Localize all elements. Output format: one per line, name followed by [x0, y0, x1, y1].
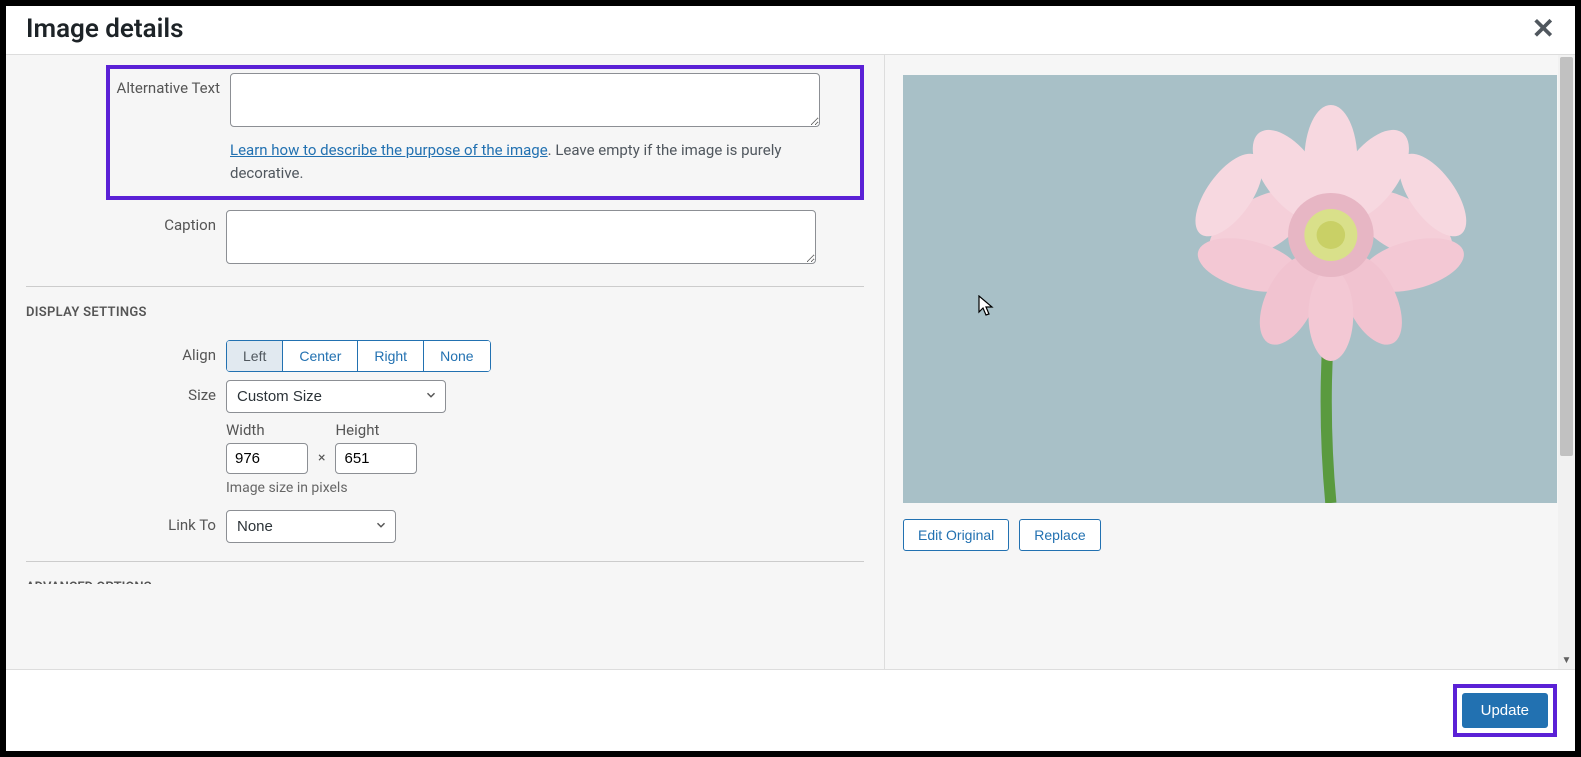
align-button-group: Left Center Right None — [226, 340, 491, 372]
align-left-button[interactable]: Left — [226, 340, 283, 372]
align-row: Align Left Center Right None — [26, 340, 864, 372]
cursor-icon — [978, 295, 996, 321]
size-row: Size Custom Size — [26, 380, 864, 413]
update-highlight: Update — [1453, 684, 1557, 737]
dimension-hint: Image size in pixels — [226, 480, 816, 496]
alt-text-help: Learn how to describe the purpose of the… — [230, 139, 820, 184]
alt-text-label: Alternative Text — [114, 73, 230, 97]
align-center-button[interactable]: Center — [282, 340, 358, 372]
edit-original-button[interactable]: Edit Original — [903, 519, 1009, 551]
scroll-down-icon[interactable]: ▼ — [1558, 652, 1575, 669]
alt-text-highlight: Alternative Text Learn how to describe t… — [106, 65, 864, 200]
link-to-row: Link To None — [26, 510, 864, 543]
close-icon: ✕ — [1532, 13, 1555, 44]
alt-text-input[interactable] — [230, 73, 820, 127]
size-select[interactable]: Custom Size — [226, 380, 446, 413]
advanced-options-heading: ADVANCED OPTIONS — [26, 580, 864, 584]
size-label: Size — [26, 380, 226, 404]
modal-header: Image details ✕ — [6, 6, 1575, 55]
link-to-select[interactable]: None — [226, 510, 396, 543]
dimension-separator: × — [318, 450, 325, 474]
width-label: Width — [226, 421, 308, 439]
modal-body: Alternative Text Learn how to describe t… — [6, 55, 1575, 669]
dimensions-row: Width × Height Image size in pixels — [26, 421, 864, 496]
align-label: Align — [26, 340, 226, 364]
image-details-modal: Image details ✕ Alternative Text Learn h… — [6, 6, 1575, 751]
align-right-button[interactable]: Right — [357, 340, 424, 372]
modal-title: Image details — [26, 14, 183, 44]
image-preview — [903, 75, 1557, 503]
update-button[interactable]: Update — [1462, 693, 1548, 728]
preview-pane: Edit Original Replace — [885, 55, 1575, 669]
settings-pane: Alternative Text Learn how to describe t… — [6, 55, 885, 669]
section-divider — [26, 286, 864, 287]
link-to-label: Link To — [26, 510, 226, 534]
alt-text-row: Alternative Text Learn how to describe t… — [114, 73, 856, 184]
replace-button[interactable]: Replace — [1019, 519, 1100, 551]
caption-input[interactable] — [226, 210, 816, 264]
close-button[interactable]: ✕ — [1532, 15, 1555, 43]
vertical-scrollbar[interactable]: ▲ ▼ — [1558, 55, 1575, 669]
caption-row: Caption — [26, 210, 864, 268]
image-actions: Edit Original Replace — [903, 519, 1557, 551]
height-label: Height — [335, 421, 417, 439]
alt-text-help-link[interactable]: Learn how to describe the purpose of the… — [230, 141, 548, 159]
scrollbar-thumb[interactable] — [1560, 57, 1573, 456]
caption-label: Caption — [26, 210, 226, 234]
align-none-button[interactable]: None — [423, 340, 490, 372]
width-input[interactable] — [226, 443, 308, 474]
modal-footer: Update — [6, 669, 1575, 751]
height-input[interactable] — [335, 443, 417, 474]
display-settings-heading: DISPLAY SETTINGS — [26, 305, 864, 320]
section-divider — [26, 561, 864, 562]
